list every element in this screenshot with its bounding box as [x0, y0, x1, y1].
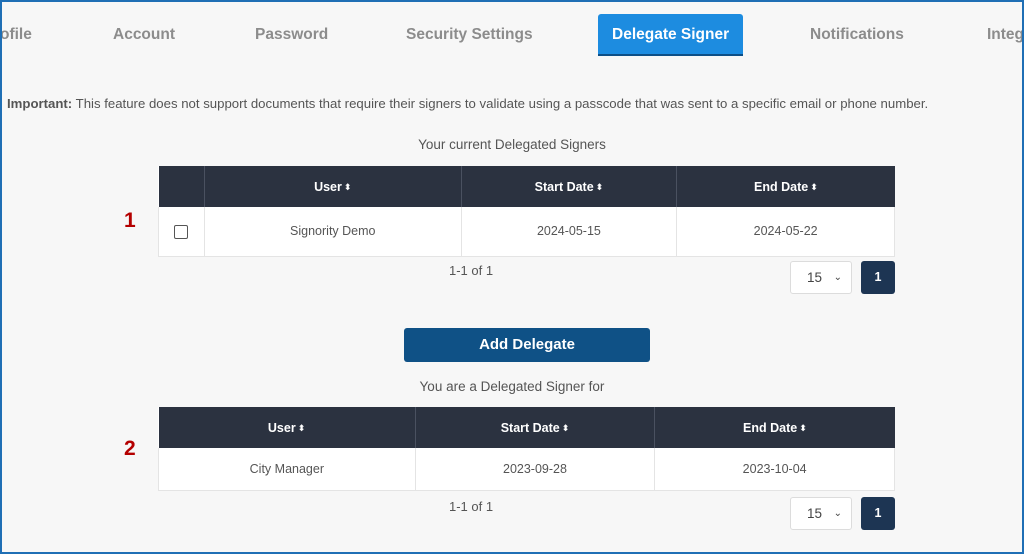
column-header-end-date[interactable]: End Date ⬍: [676, 166, 895, 207]
notice-label: Important:: [7, 96, 73, 111]
page-size-select[interactable]: 15 ⌄: [790, 497, 852, 530]
column-label: Start Date: [500, 420, 560, 435]
sort-icon[interactable]: ⬍: [799, 423, 807, 433]
sort-icon[interactable]: ⬍: [562, 423, 570, 433]
column-label: End Date: [754, 179, 809, 194]
column-label: Start Date: [534, 179, 594, 194]
tab-password[interactable]: Password: [255, 14, 328, 56]
select-cell: [158, 207, 205, 257]
page-button[interactable]: 1: [861, 261, 895, 294]
page-size-value: 15: [807, 506, 823, 521]
user-cell: Signority Demo: [204, 207, 462, 257]
important-notice: Important: This feature does not support…: [7, 96, 1022, 111]
tab-delegate-signer[interactable]: Delegate Signer: [598, 14, 744, 56]
column-header-start-date[interactable]: Start Date ⬍: [461, 166, 678, 207]
current-delegates-table: User ⬍ Start Date ⬍ End Date ⬍ Signority De…: [158, 166, 895, 257]
pagination-range: 1-1 of 1: [449, 263, 494, 278]
end-date-cell: 2024-05-22: [676, 207, 895, 257]
section-marker-1: 1: [124, 209, 136, 232]
notice-text: This feature does not support documents …: [75, 96, 929, 111]
tab-notifications[interactable]: Notifications: [810, 14, 904, 56]
select-column-header: [158, 166, 205, 207]
sort-icon[interactable]: ⬍: [344, 182, 352, 192]
column-header-user[interactable]: User ⬍: [158, 407, 416, 448]
start-date-cell: 2023-09-28: [415, 448, 656, 491]
sort-icon[interactable]: ⬍: [810, 182, 818, 192]
tab-account[interactable]: Account: [113, 14, 175, 56]
row-checkbox[interactable]: [174, 224, 189, 239]
column-label: User: [314, 179, 342, 194]
chevron-down-icon: ⌄: [833, 508, 842, 519]
sort-icon[interactable]: ⬍: [596, 182, 604, 192]
page-size-select[interactable]: 15 ⌄: [790, 261, 852, 294]
column-label: User: [267, 420, 296, 435]
page-button[interactable]: 1: [861, 497, 895, 530]
page-size-value: 15: [807, 270, 823, 285]
add-delegate-button[interactable]: Add Delegate: [404, 328, 650, 362]
sort-icon[interactable]: ⬍: [298, 423, 306, 433]
table-header-row: User ⬍ Start Date ⬍ End Date ⬍: [158, 407, 895, 448]
current-delegates-caption: Your current Delegated Signers: [418, 137, 606, 152]
chevron-down-icon: ⌄: [833, 272, 842, 283]
start-date-cell: 2024-05-15: [461, 207, 678, 257]
delegated-for-caption: You are a Delegated Signer for: [419, 379, 605, 394]
pagination-range: 1-1 of 1: [449, 499, 494, 514]
tab-bar: ofile Account Password Security Settings…: [0, 14, 1024, 56]
table-row: City Manager 2023-09-28 2023-10-04: [158, 448, 895, 491]
column-header-end-date[interactable]: End Date ⬍: [654, 407, 895, 448]
tab-profile[interactable]: ofile: [0, 14, 32, 56]
end-date-cell: 2023-10-04: [654, 448, 895, 491]
column-label: End Date: [743, 420, 798, 435]
tab-security-settings[interactable]: Security Settings: [406, 14, 533, 56]
table-row: Signority Demo 2024-05-15 2024-05-22: [158, 207, 895, 257]
table-header-row: User ⬍ Start Date ⬍ End Date ⬍: [158, 166, 895, 207]
tab-integrations[interactable]: Integ: [987, 14, 1024, 56]
user-cell: City Manager: [158, 448, 416, 491]
column-header-user[interactable]: User ⬍: [204, 166, 462, 207]
column-header-start-date[interactable]: Start Date ⬍: [415, 407, 656, 448]
section-marker-2: 2: [124, 437, 136, 460]
delegated-for-table: User ⬍ Start Date ⬍ End Date ⬍ City Manager…: [158, 407, 895, 491]
